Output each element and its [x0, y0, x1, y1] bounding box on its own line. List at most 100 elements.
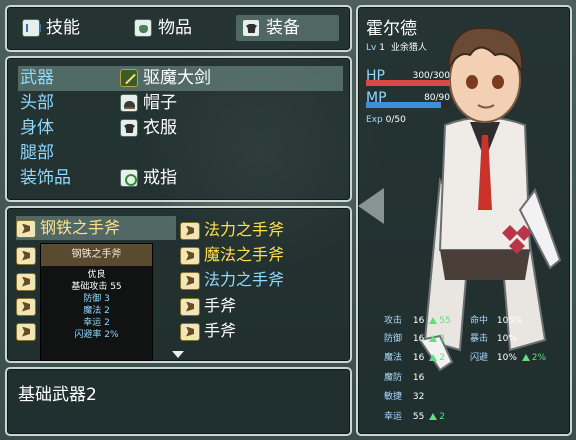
mp-gauge: MP 80/90 — [366, 90, 450, 110]
stat-row-attack: 攻击 16 55 — [384, 312, 451, 330]
ring-icon — [120, 169, 138, 187]
increase-arrow-icon — [429, 317, 438, 324]
stat-base: 16 — [412, 373, 425, 383]
exp-label: Exp — [366, 115, 383, 125]
slot-category: 武器 — [20, 68, 54, 88]
tab-equip-label: 装备 — [266, 18, 300, 38]
tooltip-title: 钢铁之手斧 — [41, 244, 152, 266]
stat-label: 命中 — [470, 316, 489, 326]
increase-arrow-icon — [429, 354, 438, 361]
stat-label: 闪避 — [470, 353, 489, 363]
exp-row: Exp 0/50 — [366, 115, 406, 125]
mp-label: MP — [366, 90, 387, 106]
inventory-item[interactable]: 法力之手斧 — [180, 268, 284, 292]
axe-icon — [16, 246, 36, 265]
hp-label: HP — [366, 68, 385, 84]
axe-icon — [16, 322, 36, 341]
increase-arrow-icon — [429, 413, 438, 420]
tab-items-label: 物品 — [158, 18, 192, 38]
stat-row-hit: 命中 105% — [470, 312, 523, 330]
inventory-item-name: 法力之手斧 — [204, 220, 285, 239]
equip-slot-body[interactable]: 身体 衣服 — [18, 116, 343, 141]
stat-label: 敏捷 — [384, 392, 403, 402]
stat-label: 暴击 — [470, 334, 489, 344]
axe-icon — [180, 322, 200, 341]
stat-row-magic-defense: 魔防 16 — [384, 369, 424, 387]
axe-icon — [16, 272, 36, 291]
slot-item-name: 戒指 — [143, 168, 177, 188]
equip-slot-head[interactable]: 头部 帽子 — [18, 91, 343, 116]
stat-base: 16 — [412, 316, 425, 326]
slot-category: 装饰品 — [20, 168, 71, 188]
stat-bonus: 2 — [439, 353, 445, 363]
stat-row-magic: 魔法 16 2 — [384, 349, 445, 367]
slot-category: 身体 — [20, 118, 54, 138]
inventory-item[interactable] — [16, 294, 40, 318]
axe-icon — [16, 297, 36, 316]
stat-base: 105% — [496, 316, 523, 326]
equip-slot-weapon[interactable]: 武器 驱魔大剑 — [18, 66, 343, 91]
slot-item-name: 衣服 — [143, 118, 177, 138]
stat-label: 防御 — [384, 334, 403, 344]
stat-label: 魔防 — [384, 373, 403, 383]
scroll-down-icon[interactable] — [172, 351, 184, 358]
item-description: 基础武器2 — [18, 385, 97, 405]
equip-shirt-icon — [242, 19, 260, 37]
tab-skills-label: 技能 — [46, 18, 80, 38]
inventory-item-name: 魔法之手斧 — [204, 245, 285, 264]
item-bag-icon — [134, 19, 152, 37]
stat-bonus: 3 — [439, 334, 445, 344]
stat-base: 32 — [412, 392, 425, 402]
tab-equip[interactable]: 装备 — [236, 15, 339, 41]
inventory-item[interactable]: 手斧 — [180, 319, 236, 343]
axe-icon — [180, 297, 200, 316]
inventory-item-name: 钢铁之手斧 — [40, 218, 121, 237]
stat-base: 10% — [496, 353, 517, 363]
stat-base: 16 — [412, 334, 425, 344]
previous-character-arrow-icon[interactable] — [358, 188, 384, 224]
inventory-item[interactable] — [16, 269, 40, 293]
stat-row-crit: 暴击 10% — [470, 330, 517, 348]
stat-bonus: 2 — [439, 412, 445, 422]
tab-items[interactable]: 物品 — [128, 15, 228, 41]
tooltip-line: 幸运 2 — [83, 318, 110, 328]
inventory-item[interactable]: 魔法之手斧 — [180, 243, 284, 267]
class-name: 业余猎人 — [390, 43, 427, 53]
stat-base: 10% — [496, 334, 517, 344]
increase-arrow-icon — [429, 335, 438, 342]
slot-category: 头部 — [20, 93, 54, 113]
inventory-item[interactable]: 钢铁之手斧 — [16, 216, 176, 240]
inventory-item[interactable] — [16, 243, 40, 267]
stat-bonus: 2% — [531, 353, 547, 363]
axe-icon — [180, 246, 200, 265]
sword-icon — [120, 69, 138, 87]
slot-item-name: 驱魔大剑 — [143, 68, 211, 88]
item-tooltip: 钢铁之手斧 优良 基础攻击 55 防御 3 魔法 2 幸运 2 闪避率 2% — [40, 243, 153, 361]
inventory-item[interactable]: 法力之手斧 — [180, 218, 284, 242]
inventory-item[interactable] — [16, 319, 40, 343]
equip-slot-legs[interactable]: 腿部 — [18, 141, 343, 166]
stat-base: 16 — [412, 353, 425, 363]
stat-row-agility: 敏捷 32 — [384, 388, 424, 406]
stat-label: 攻击 — [384, 316, 403, 326]
inventory-item[interactable]: 手斧 — [180, 294, 236, 318]
axe-icon — [180, 271, 200, 290]
stat-label: 魔法 — [384, 353, 403, 363]
shirt-icon — [120, 119, 138, 137]
level-label: Lv — [366, 43, 377, 53]
tab-skills[interactable]: 技能 — [16, 15, 116, 41]
mp-value: 80/90 — [424, 93, 450, 103]
character-name: 霍尔德 — [366, 19, 417, 39]
stat-row-luck: 幸运 55 2 — [384, 408, 445, 426]
equip-slot-accessory[interactable]: 装饰品 戒指 — [18, 166, 343, 191]
stat-base: 55 — [412, 412, 425, 422]
exp-value: 0/50 — [385, 115, 406, 125]
hat-icon — [120, 94, 138, 112]
axe-icon — [180, 221, 200, 240]
hp-value: 300/300 — [412, 71, 450, 81]
slot-category: 腿部 — [20, 143, 54, 163]
tooltip-base-attack: 基础攻击 55 — [71, 282, 122, 292]
axe-icon — [16, 219, 36, 238]
stat-bonus: 55 — [439, 316, 451, 326]
stat-label: 幸运 — [384, 412, 403, 422]
